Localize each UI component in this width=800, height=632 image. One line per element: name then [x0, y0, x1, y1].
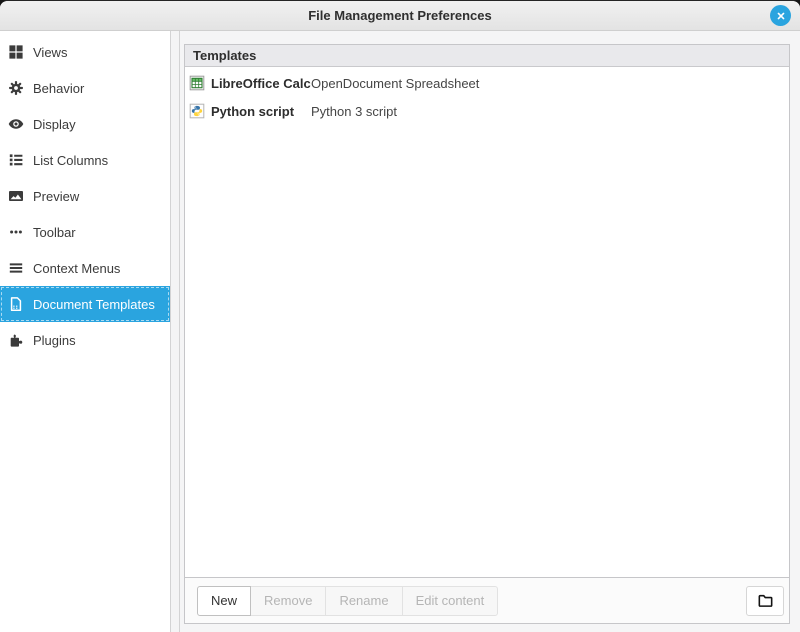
close-button[interactable]	[770, 5, 791, 26]
close-icon	[775, 10, 787, 22]
templates-button-group: NewRemoveRenameEdit content	[197, 586, 498, 616]
edit-content-button[interactable]: Edit content	[402, 586, 499, 616]
eye-icon	[8, 116, 24, 132]
templates-list-header: Templates	[185, 45, 789, 67]
sidebar-item-list-columns[interactable]: List Columns	[0, 142, 170, 178]
sidebar-item-label: Behavior	[33, 81, 84, 96]
sidebar-item-views[interactable]: Views	[0, 34, 170, 70]
folder-icon	[757, 592, 774, 609]
sidebar-item-context-menus[interactable]: Context Menus	[0, 250, 170, 286]
spreadsheet-icon	[189, 75, 205, 91]
sidebar-item-label: Toolbar	[33, 225, 76, 240]
open-templates-folder-button[interactable]	[746, 586, 784, 616]
pane-resize-handle[interactable]	[170, 31, 180, 632]
sidebar-item-label: Document Templates	[33, 297, 155, 312]
main-content: Templates LibreOffice CalcOpenDocument S…	[180, 31, 800, 632]
image-icon	[8, 188, 24, 204]
rename-button[interactable]: Rename	[325, 586, 402, 616]
list-columns-icon	[8, 152, 24, 168]
sidebar-item-label: Plugins	[33, 333, 76, 348]
gear-icon	[8, 80, 24, 96]
titlebar: File Management Preferences	[0, 1, 800, 31]
templates-list: LibreOffice CalcOpenDocument Spreadsheet…	[185, 67, 789, 577]
sidebar-item-label: Context Menus	[33, 261, 120, 276]
template-row-python-script[interactable]: Python scriptPython 3 script	[185, 97, 789, 125]
sidebar-item-display[interactable]: Display	[0, 106, 170, 142]
puzzle-icon	[8, 332, 24, 348]
sidebar-item-label: Views	[33, 45, 67, 60]
sidebar-item-toolbar[interactable]: Toolbar	[0, 214, 170, 250]
sidebar-item-behavior[interactable]: Behavior	[0, 70, 170, 106]
sidebar-item-label: Preview	[33, 189, 79, 204]
preferences-window: File Management Preferences Views Behavio…	[0, 0, 800, 632]
sidebar-item-label: List Columns	[33, 153, 108, 168]
template-name: Python script	[211, 104, 311, 119]
sidebar: Views Behavior Display List Columns Preview T…	[0, 31, 170, 632]
template-row-libreoffice-calc[interactable]: LibreOffice CalcOpenDocument Spreadsheet	[185, 69, 789, 97]
templates-frame: Templates LibreOffice CalcOpenDocument S…	[184, 44, 790, 624]
new-button[interactable]: New	[197, 586, 251, 616]
templates-header-label: Templates	[193, 48, 256, 63]
sidebar-item-plugins[interactable]: Plugins	[0, 322, 170, 358]
remove-button[interactable]: Remove	[250, 586, 326, 616]
document-icon	[8, 296, 24, 312]
menu-icon	[8, 260, 24, 276]
sidebar-item-document-templates[interactable]: Document Templates	[0, 286, 170, 322]
sidebar-item-label: Display	[33, 117, 76, 132]
template-name: LibreOffice Calc	[211, 76, 311, 91]
template-description: OpenDocument Spreadsheet	[311, 76, 479, 91]
templates-toolbar: NewRemoveRenameEdit content	[185, 577, 789, 623]
window-title: File Management Preferences	[308, 8, 492, 23]
window-body: Views Behavior Display List Columns Preview T…	[0, 31, 800, 632]
sidebar-item-preview[interactable]: Preview	[0, 178, 170, 214]
template-description: Python 3 script	[311, 104, 397, 119]
dots-icon	[8, 224, 24, 240]
grid-icon	[8, 44, 24, 60]
python-icon	[189, 103, 205, 119]
